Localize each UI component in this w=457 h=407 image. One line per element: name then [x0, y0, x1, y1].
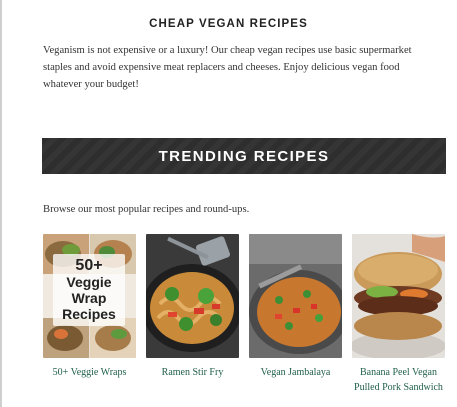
- recipe-card-ramen-stir-fry[interactable]: Ramen Stir Fry: [146, 234, 239, 380]
- recipe-caption[interactable]: Ramen Stir Fry: [146, 365, 239, 380]
- sandwich-image: [352, 234, 445, 358]
- recipe-card-vegan-jambalaya[interactable]: Vegan Jambalaya: [249, 234, 342, 380]
- trending-title: TRENDING RECIPES: [158, 147, 330, 165]
- recipe-caption[interactable]: 50+ Veggie Wraps: [43, 365, 136, 380]
- intro-paragraph: Veganism is not expensive or a luxury! O…: [43, 45, 412, 90]
- trending-subtitle: Browse our most popular recipes and roun…: [43, 204, 250, 215]
- recipe-image-vegan-jambalaya[interactable]: [249, 234, 342, 358]
- trending-banner: TRENDING RECIPES: [42, 138, 446, 174]
- overlay-line-1: 50+: [75, 257, 103, 274]
- recipe-caption[interactable]: Banana Peel Vegan Pulled Pork Sandwich: [352, 365, 445, 395]
- section-title: CHEAP VEGAN RECIPES: [149, 18, 308, 30]
- recipe-image-veggie-wraps[interactable]: 50+ Veggie Wrap Recipes: [43, 234, 136, 358]
- recipe-image-ramen-stir-fry[interactable]: [146, 234, 239, 358]
- overlay-line-2: Veggie: [66, 274, 112, 290]
- overlay-line-4: Recipes: [62, 306, 116, 322]
- page-edge: [0, 0, 2, 407]
- recipe-card-veggie-wraps[interactable]: 50+ Veggie Wrap Recipes 50+ Veggie Wraps: [43, 234, 136, 380]
- recipe-image-banana-peel-sandwich[interactable]: [352, 234, 445, 358]
- recipe-caption[interactable]: Vegan Jambalaya: [249, 365, 342, 380]
- ramen-stir-fry-image: [146, 234, 239, 358]
- jambalaya-image: [249, 234, 342, 358]
- wraps-overlay-text: 50+ Veggie Wrap Recipes: [53, 254, 125, 326]
- overlay-line-3: Wrap: [71, 290, 107, 306]
- recipe-card-banana-peel-sandwich[interactable]: Banana Peel Vegan Pulled Pork Sandwich: [352, 234, 445, 395]
